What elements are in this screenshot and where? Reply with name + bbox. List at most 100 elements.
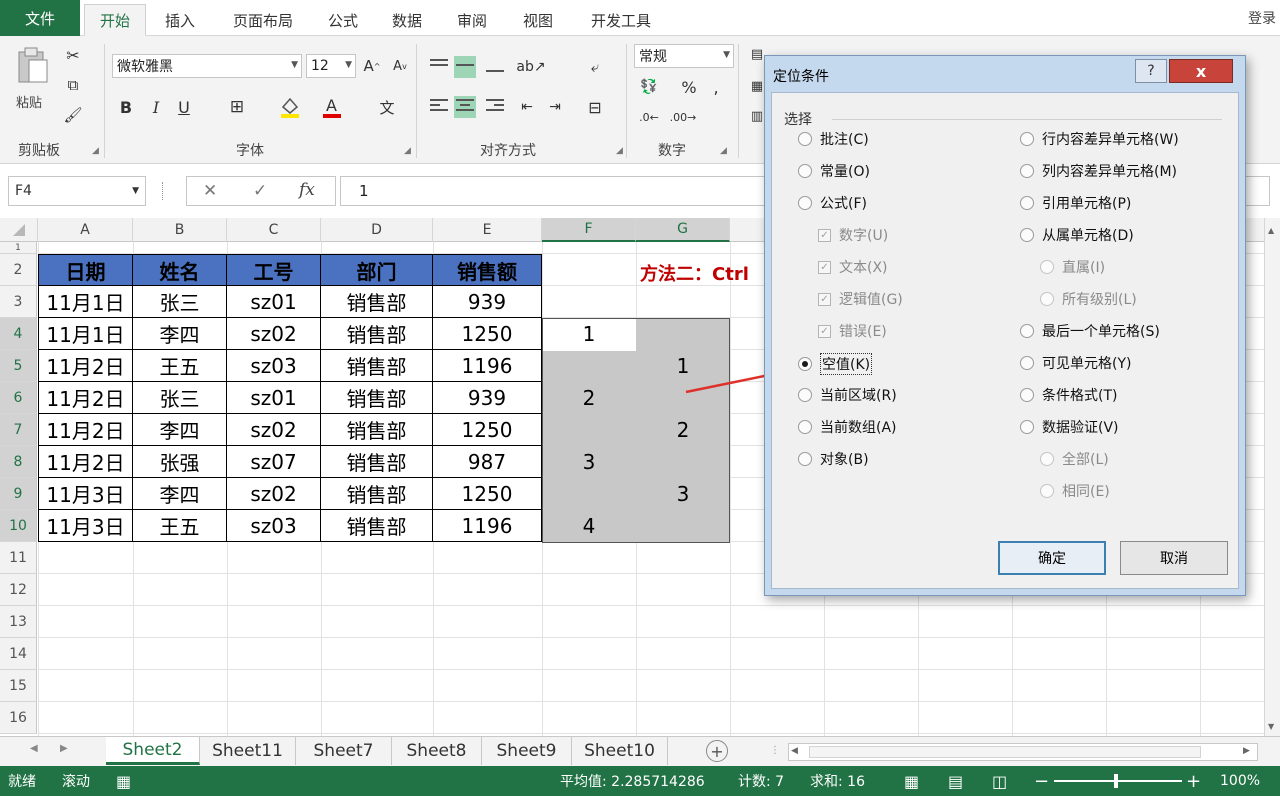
table-header-cell[interactable]: 日期 [38, 254, 133, 286]
normal-view-icon[interactable]: ▦ [904, 766, 919, 796]
zoom-slider-thumb[interactable] [1114, 774, 1118, 788]
scroll-down-icon[interactable]: ▼ [1268, 722, 1274, 731]
column-header-a[interactable]: A [38, 218, 133, 242]
tab-insert[interactable]: 插入 [152, 4, 208, 36]
row-header-1[interactable]: 1 [0, 242, 37, 254]
table-cell[interactable]: 李四 [133, 414, 227, 446]
row-header-13[interactable]: 13 [0, 606, 37, 638]
option-left-0[interactable]: 批注(C) [798, 129, 869, 149]
option-left-2[interactable]: 公式(F) [798, 193, 867, 213]
cancel-button[interactable]: 取消 [1120, 541, 1228, 575]
row-header-3[interactable]: 3 [0, 286, 37, 318]
row-header-8[interactable]: 8 [0, 446, 37, 478]
table-cell[interactable]: 11月2日 [38, 414, 133, 446]
underline-icon[interactable]: U [174, 96, 194, 118]
row-header-4[interactable]: 4 [0, 318, 37, 350]
table-cell[interactable]: 销售部 [321, 382, 433, 414]
ok-button[interactable]: 确定 [998, 541, 1106, 575]
scroll-up-icon[interactable]: ▲ [1268, 226, 1274, 235]
table-cell[interactable]: 11月1日 [38, 318, 133, 350]
option-right-7[interactable]: 可见单元格(Y) [1020, 353, 1131, 373]
row-header-10[interactable]: 10 [0, 510, 37, 542]
option-right-2[interactable]: 引用单元格(P) [1020, 193, 1131, 213]
scroll-left-icon[interactable]: ◀ [791, 746, 798, 756]
option-left-4[interactable]: ✓ 文本(X) [818, 257, 888, 277]
option-right-3[interactable]: 从属单元格(D) [1020, 225, 1134, 245]
column-header-f[interactable]: F [542, 218, 636, 242]
horizontal-scrollbar[interactable]: ◀ ▶ [788, 743, 1258, 761]
row-header-12[interactable]: 12 [0, 574, 37, 606]
table-cell[interactable]: sz01 [227, 286, 321, 318]
option-right-0[interactable]: 行内容差异单元格(W) [1020, 129, 1179, 149]
table-cell[interactable]: 1250 [433, 414, 542, 446]
page-break-view-icon[interactable]: ◫ [992, 766, 1007, 796]
bold-icon[interactable]: B [116, 96, 136, 118]
option-right-5[interactable]: 所有级别(L) [1040, 289, 1137, 309]
comma-icon[interactable]: , [708, 76, 724, 98]
zoom-level[interactable]: 100% [1220, 766, 1260, 796]
table-cell[interactable]: 销售部 [321, 414, 433, 446]
table-cell[interactable]: 1196 [433, 350, 542, 382]
table-cell[interactable]: 张强 [133, 446, 227, 478]
option-right-6[interactable]: 最后一个单元格(S) [1020, 321, 1160, 341]
wrap-text-icon[interactable]: ⤶ [582, 56, 608, 78]
formula-bar-splitter[interactable] [162, 182, 164, 200]
number-format-select[interactable]: 常规 ▼ [634, 44, 734, 68]
font-size-select[interactable]: 12 ▼ [306, 54, 356, 78]
option-left-6[interactable]: ✓ 错误(E) [818, 321, 887, 341]
login-link[interactable]: 登录 [1248, 8, 1276, 28]
option-left-5[interactable]: ✓ 逻辑值(G) [818, 289, 903, 309]
option-left-9[interactable]: 当前数组(A) [798, 417, 897, 437]
tab-page-layout[interactable]: 页面布局 [218, 4, 308, 36]
format-painter-icon[interactable]: 🖌 [62, 104, 84, 126]
option-left-3[interactable]: ✓ 数字(U) [818, 225, 888, 245]
table-cell[interactable]: 王五 [133, 350, 227, 382]
scroll-thumb[interactable] [809, 746, 1201, 758]
table-cell[interactable]: 11月2日 [38, 382, 133, 414]
row-header-11[interactable]: 11 [0, 542, 37, 574]
borders-icon[interactable]: ⊞ [226, 96, 248, 118]
align-bottom-icon[interactable] [484, 56, 506, 78]
table-cell[interactable]: 1250 [433, 318, 542, 350]
next-sheet-icon[interactable]: ▶ [60, 743, 68, 754]
select-all-corner[interactable] [0, 218, 38, 242]
option-left-8[interactable]: 当前区域(R) [798, 385, 897, 405]
font-launcher-icon[interactable]: ◢ [404, 146, 411, 156]
currency-icon[interactable]: 💱 [636, 76, 662, 98]
table-cell[interactable]: 销售部 [321, 318, 433, 350]
row-header-7[interactable]: 7 [0, 414, 37, 446]
table-cell[interactable]: 销售部 [321, 510, 433, 542]
clipboard-launcher-icon[interactable]: ◢ [92, 146, 99, 156]
table-cell[interactable]: 销售部 [321, 286, 433, 318]
paste-icon[interactable] [12, 44, 52, 88]
option-right-4[interactable]: 直属(I) [1040, 257, 1105, 277]
font-name-select[interactable]: 微软雅黑 ▼ [112, 54, 302, 78]
shrink-font-icon[interactable]: Av [390, 56, 410, 76]
tab-file[interactable]: 文件 [0, 0, 80, 36]
decrease-decimal-icon[interactable]: .00→ [670, 106, 697, 128]
sheet-tab-sheet10[interactable]: Sheet10 [572, 737, 668, 765]
table-cell[interactable]: sz03 [227, 350, 321, 382]
cancel-entry-icon[interactable]: ✕ [203, 181, 217, 201]
phonetic-icon[interactable]: 文 [376, 96, 398, 118]
table-header-cell[interactable]: 销售额 [433, 254, 542, 286]
font-color-icon[interactable]: A [320, 94, 344, 120]
option-right-8[interactable]: 条件格式(T) [1020, 385, 1117, 405]
table-cell[interactable]: 张三 [133, 382, 227, 414]
cell-g7[interactable]: 2 [636, 414, 730, 446]
option-right-1[interactable]: 列内容差异单元格(M) [1020, 161, 1177, 181]
table-cell[interactable]: 李四 [133, 318, 227, 350]
page-layout-view-icon[interactable]: ▤ [948, 766, 963, 796]
italic-icon[interactable]: I [146, 96, 166, 118]
sheet-tab-sheet11[interactable]: Sheet11 [200, 737, 296, 765]
orientation-icon[interactable]: ab↗ [516, 56, 546, 78]
column-header-c[interactable]: C [227, 218, 321, 242]
table-cell[interactable]: sz01 [227, 382, 321, 414]
percent-icon[interactable]: % [678, 76, 700, 98]
alignment-launcher-icon[interactable]: ◢ [616, 146, 623, 156]
sheet-tab-sheet8[interactable]: Sheet8 [392, 737, 482, 765]
tab-data[interactable]: 数据 [380, 4, 434, 36]
align-left-icon[interactable] [428, 96, 450, 118]
cell-f6[interactable]: 2 [542, 382, 636, 414]
table-cell[interactable]: 11月1日 [38, 286, 133, 318]
